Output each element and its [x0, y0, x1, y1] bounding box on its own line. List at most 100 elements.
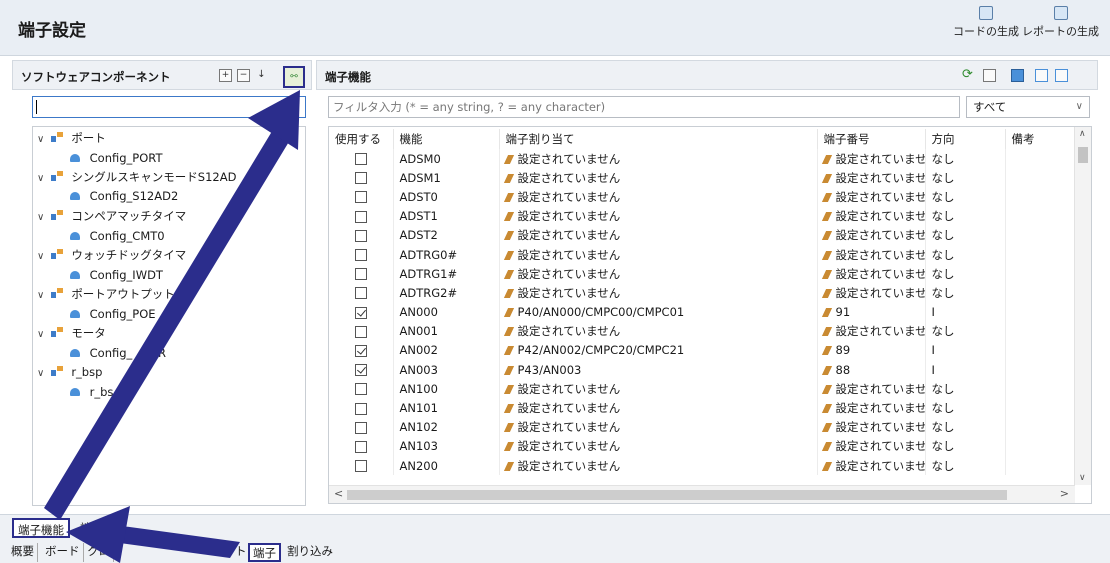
assignment-cell[interactable]: P42/AN002/CMPC20/CMPC21: [499, 340, 818, 361]
use-checkbox[interactable]: [354, 383, 367, 396]
column-header-assignment[interactable]: 端子割り当て: [499, 129, 818, 149]
use-checkbox[interactable]: [354, 153, 367, 166]
tree-item-config-poe[interactable]: Config_POE: [69, 305, 156, 324]
assignment-cell[interactable]: P43/AN003: [499, 360, 818, 380]
table-row[interactable]: AN102 設定されていません 設定されていませ なし: [329, 417, 1075, 437]
assignment-cell[interactable]: 設定されていません: [499, 187, 818, 207]
tab-clock[interactable]: クロ: [84, 543, 114, 562]
table-row[interactable]: AN000 P40/AN000/CMPC00/CMPC01 91 I: [329, 302, 1075, 322]
use-checkbox[interactable]: [354, 460, 367, 473]
use-checkbox[interactable]: [354, 268, 367, 281]
table-row[interactable]: AN001 設定されていません 設定されていませ なし: [329, 321, 1075, 341]
vertical-scrollbar[interactable]: ∧ ∨: [1074, 127, 1091, 485]
use-checkbox[interactable]: [354, 306, 367, 319]
refresh-icon[interactable]: ⟳: [961, 68, 974, 82]
assignment-cell[interactable]: 設定されていません: [499, 225, 818, 245]
table-row[interactable]: ADSM1 設定されていません 設定されていませ なし: [329, 168, 1075, 188]
column-header-pin-number[interactable]: 端子番号: [817, 129, 926, 149]
component-search-input[interactable]: [32, 96, 306, 118]
tree-item-r-bsp-child[interactable]: r_bs: [69, 383, 113, 402]
tree-item-config-s12ad2[interactable]: Config_S12AD2: [69, 187, 178, 206]
tree-item-r-bsp[interactable]: ∨ r_bsp: [37, 363, 102, 382]
tab-component[interactable]: ト: [232, 543, 250, 562]
tree-item-config-motor[interactable]: Config_: [69, 344, 132, 363]
save-icon[interactable]: [1011, 69, 1024, 82]
horizontal-scrollbar[interactable]: < >: [329, 485, 1075, 503]
use-checkbox[interactable]: [354, 402, 367, 415]
generate-code-button[interactable]: コードの生成: [953, 6, 1019, 39]
table-row[interactable]: ADST0 設定されていません 設定されていませ なし: [329, 187, 1075, 207]
use-checkbox[interactable]: [354, 191, 367, 204]
assignment-cell[interactable]: 設定されていません: [499, 456, 818, 476]
table-row[interactable]: ADST1 設定されていません 設定されていませ なし: [329, 206, 1075, 226]
pin-filter-input[interactable]: フィルタ入力 (* = any string, ? = any characte…: [328, 96, 960, 118]
horizontal-scroll-thumb[interactable]: [347, 490, 1007, 500]
collapse-all-icon[interactable]: −: [237, 69, 250, 82]
export-icon[interactable]: [1055, 69, 1068, 82]
table-row[interactable]: AN101 設定されていません 設定されていませ なし: [329, 398, 1075, 418]
tab-pins[interactable]: 端子: [248, 543, 281, 562]
assignment-cell[interactable]: 設定されていません: [499, 283, 818, 303]
table-row[interactable]: AN200 設定されていません 設定されていませ なし: [329, 456, 1075, 476]
use-checkbox[interactable]: [354, 172, 367, 185]
chevron-down-icon[interactable]: ∨: [37, 130, 47, 149]
generate-report-button[interactable]: レポートの生成: [1022, 6, 1099, 39]
tree-item-cmt[interactable]: ∨ コンペアマッチタイマ: [37, 207, 186, 226]
tree-item-iwdt[interactable]: ∨ ウォッチドッグタイマ: [37, 246, 186, 265]
pin-number-cell[interactable]: 設定されていませ: [817, 244, 926, 265]
import-icon[interactable]: [1035, 69, 1048, 82]
tab-board[interactable]: ボード: [42, 543, 84, 562]
table-row[interactable]: AN100 設定されていません 設定されていませ なし: [329, 379, 1075, 399]
column-header-use[interactable]: 使用する: [329, 129, 394, 149]
use-checkbox[interactable]: [354, 229, 367, 242]
tree-item-config-port[interactable]: Config_PORT: [69, 149, 162, 168]
pin-number-cell[interactable]: 設定されていませ: [817, 225, 926, 245]
chevron-down-icon[interactable]: ∨: [37, 325, 47, 344]
vertical-scroll-thumb[interactable]: [1078, 147, 1088, 163]
table-row[interactable]: ADSM0 設定されていません 設定されていませ なし: [329, 149, 1075, 169]
pin-number-cell[interactable]: 設定されていませ: [817, 379, 926, 399]
column-header-remarks[interactable]: 備考: [1005, 129, 1075, 149]
scroll-down-icon[interactable]: ∨: [1079, 473, 1086, 483]
tab-pin[interactable]: 端子: [80, 520, 103, 536]
use-checkbox[interactable]: [354, 325, 367, 338]
pin-number-cell[interactable]: 設定されていませ: [817, 456, 926, 476]
assignment-cell[interactable]: 設定されていません: [499, 417, 818, 437]
use-checkbox[interactable]: [354, 440, 367, 453]
pin-number-cell[interactable]: 91: [817, 302, 926, 322]
assignment-cell[interactable]: P40/AN000/CMPC00/CMPC01: [499, 302, 818, 322]
column-header-direction[interactable]: 方向: [925, 129, 1006, 149]
pin-number-cell[interactable]: 設定されていませ: [817, 264, 926, 284]
expand-all-icon[interactable]: +: [219, 69, 232, 82]
tab-interrupt[interactable]: 割り込み: [284, 543, 336, 562]
pin-filter-select[interactable]: すべて ∨: [966, 96, 1090, 118]
table-row[interactable]: ADTRG1# 設定されていません 設定されていませ なし: [329, 264, 1075, 284]
sort-icon[interactable]: ↓: [255, 69, 268, 82]
table-row[interactable]: ADTRG0# 設定されていません 設定されていませ なし: [329, 244, 1075, 265]
assignment-cell[interactable]: 設定されていません: [499, 168, 818, 188]
table-row[interactable]: ADTRG2# 設定されていません 設定されていませ なし: [329, 283, 1075, 303]
use-checkbox[interactable]: [354, 249, 367, 262]
tree-item-motor[interactable]: ∨ モータ: [37, 324, 106, 343]
assignment-cell[interactable]: 設定されていません: [499, 321, 818, 341]
scroll-left-icon[interactable]: <: [334, 487, 343, 500]
assignment-cell[interactable]: 設定されていません: [499, 379, 818, 399]
pin-number-cell[interactable]: 設定されていませ: [817, 417, 926, 437]
pin-number-cell[interactable]: 設定されていませ: [817, 321, 926, 341]
assignment-cell[interactable]: 設定されていません: [499, 149, 818, 169]
pin-number-cell[interactable]: 設定されていませ: [817, 283, 926, 303]
use-checkbox[interactable]: [354, 210, 367, 223]
pin-number-cell[interactable]: 89: [817, 340, 926, 361]
use-checkbox[interactable]: [354, 421, 367, 434]
chevron-down-icon[interactable]: ∨: [37, 208, 47, 227]
table-row[interactable]: AN103 設定されていません 設定されていませ なし: [329, 436, 1075, 456]
table-row[interactable]: AN002 P42/AN002/CMPC20/CMPC21 89 I: [329, 340, 1075, 361]
scroll-right-icon[interactable]: >: [1060, 487, 1069, 500]
pin-number-cell[interactable]: 設定されていませ: [817, 149, 926, 169]
grid-icon[interactable]: [983, 69, 996, 82]
use-checkbox[interactable]: [354, 364, 367, 377]
tree-item-config-iwdt[interactable]: Config_IWDT: [69, 266, 163, 285]
assignment-cell[interactable]: 設定されていません: [499, 436, 818, 456]
pin-number-cell[interactable]: 設定されていませ: [817, 187, 926, 207]
tree-item-port[interactable]: ∨ ポート: [37, 129, 106, 148]
